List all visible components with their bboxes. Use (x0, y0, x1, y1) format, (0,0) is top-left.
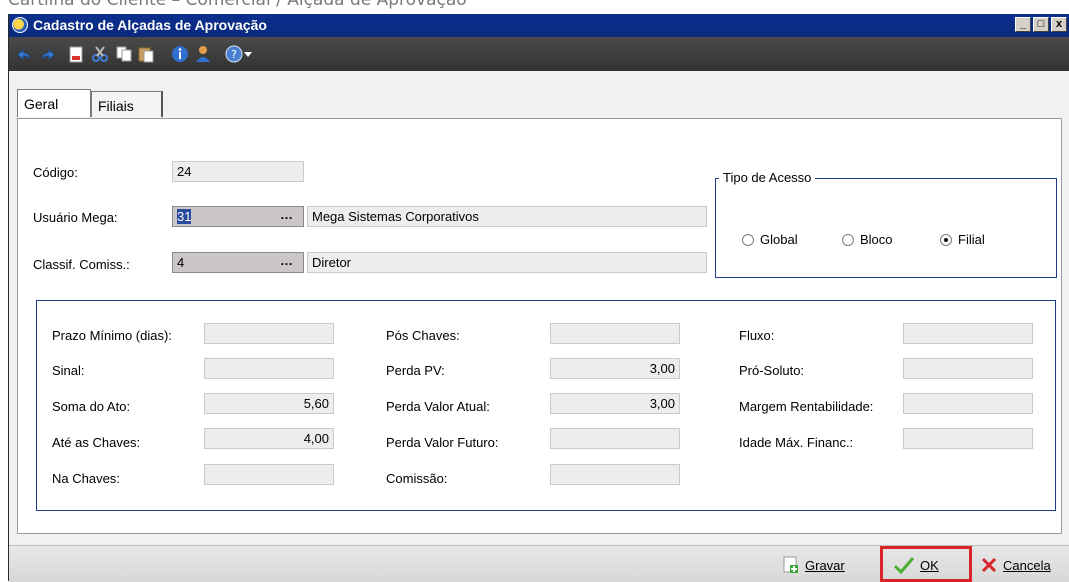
radio-filial[interactable]: Filial (940, 232, 985, 247)
parametros-group: Prazo Mínimo (dias): Sinal: Soma do Ato:… (36, 300, 1056, 511)
fluxo-label: Fluxo: (739, 328, 775, 343)
radio-filial-button[interactable] (940, 233, 952, 246)
gravar-button[interactable]: Gravar (782, 552, 845, 578)
comissao-field[interactable] (550, 464, 680, 485)
pro-soluto-label: Pró-Soluto: (739, 363, 805, 378)
undo-icon[interactable] (15, 45, 33, 63)
usuario-mega-label: Usuário Mega: (33, 210, 118, 225)
ate-as-chaves-field[interactable]: 4,00 (204, 428, 334, 449)
idade-max-financ-label: Idade Máx. Financ.: (739, 435, 854, 450)
radio-bloco[interactable]: Bloco (842, 232, 893, 247)
perda-valor-futuro-field[interactable] (550, 428, 680, 449)
radio-global-button[interactable] (742, 233, 754, 246)
paste-icon[interactable] (137, 45, 155, 63)
soma-do-ato-label: Soma do Ato: (52, 399, 131, 414)
tipo-acesso-legend: Tipo de Acesso (719, 170, 816, 185)
app-icon (12, 17, 28, 33)
ate-as-chaves-label: Até as Chaves: (52, 435, 141, 450)
cancel-x-icon (981, 557, 997, 573)
dropdown-arrow-icon[interactable] (243, 45, 253, 63)
fluxo-field[interactable] (903, 323, 1033, 344)
save-icon (783, 556, 798, 573)
radio-global-label: Global (760, 232, 798, 247)
usuario-mega-lookup-button[interactable]: … (280, 207, 294, 222)
close-button[interactable]: x (1051, 17, 1067, 32)
dialog-window: Cadastro de Alçadas de Aprovação _ □ x ?… (8, 14, 1069, 582)
minimize-button[interactable]: _ (1015, 17, 1031, 32)
title-bar: Cadastro de Alçadas de Aprovação _ □ x (9, 14, 1069, 37)
margem-rentabilidade-label: Margem Rentabilidade: (739, 399, 874, 414)
tab-filiais-label: Filiais (98, 98, 134, 114)
checkmark-icon (893, 557, 915, 574)
toolbar: ? (9, 37, 1069, 71)
perda-pv-field[interactable]: 3,00 (550, 358, 680, 379)
footer-bar: Gravar OK Cancela (9, 545, 1069, 582)
classif-comiss-description: Diretor (307, 252, 707, 273)
perda-valor-futuro-label: Perda Valor Futuro: (386, 435, 499, 450)
help-icon[interactable]: ? (225, 45, 243, 63)
cancelar-label: Cancela (1003, 557, 1051, 573)
perda-valor-atual-label: Perda Valor Atual: (386, 399, 490, 414)
codigo-label: Código: (33, 165, 78, 180)
info-icon[interactable] (171, 45, 189, 63)
comissao-label: Comissão: (386, 471, 448, 486)
na-chaves-field[interactable] (204, 464, 334, 485)
codigo-field[interactable]: 24 (172, 161, 304, 182)
sinal-field[interactable] (204, 358, 334, 379)
window-controls: _ □ x (1015, 17, 1067, 32)
tab-geral[interactable]: Geral (17, 89, 91, 117)
new-document-icon[interactable] (67, 45, 85, 63)
soma-do-ato-field[interactable]: 5,60 (204, 393, 334, 414)
ok-label: OK (920, 557, 939, 573)
tab-geral-label: Geral (24, 96, 59, 112)
redo-icon[interactable] (39, 45, 57, 63)
idade-max-financ-field[interactable] (903, 428, 1033, 449)
pro-soluto-field[interactable] (903, 358, 1033, 379)
radio-bloco-label: Bloco (860, 232, 893, 247)
document-caption: Cartilha do Cliente – Comercial / Alçada… (8, 0, 467, 10)
na-chaves-label: Na Chaves: (52, 471, 120, 486)
sinal-label: Sinal: (52, 363, 85, 378)
gravar-label: Gravar (805, 557, 845, 573)
pos-chaves-field[interactable] (550, 323, 680, 344)
copy-icon[interactable] (115, 45, 133, 63)
svg-text:?: ? (231, 48, 237, 61)
pos-chaves-label: Pós Chaves: (386, 328, 460, 343)
cancelar-button[interactable]: Cancela (980, 552, 1051, 578)
perda-pv-label: Perda PV: (386, 363, 445, 378)
tipo-acesso-group: Tipo de Acesso Global Bloco Filial (715, 170, 1057, 278)
radio-global[interactable]: Global (742, 232, 798, 247)
user-icon[interactable] (193, 45, 211, 63)
margem-rentabilidade-field[interactable] (903, 393, 1033, 414)
prazo-minimo-field[interactable] (204, 323, 334, 344)
ok-button[interactable]: OK (893, 552, 939, 578)
perda-valor-atual-field[interactable]: 3,00 (550, 393, 680, 414)
usuario-mega-code: 31 (177, 209, 192, 224)
classif-comiss-label: Classif. Comiss.: (33, 257, 130, 272)
cut-icon[interactable] (91, 45, 109, 63)
radio-bloco-button[interactable] (842, 233, 854, 246)
window-title: Cadastro de Alçadas de Aprovação (33, 17, 267, 33)
usuario-mega-description: Mega Sistemas Corporativos (307, 206, 707, 227)
maximize-button[interactable]: □ (1033, 17, 1049, 32)
tab-panel-geral: Código: 24 Usuário Mega: 31 … Mega Siste… (17, 118, 1062, 534)
classif-comiss-lookup-button[interactable]: … (280, 253, 294, 268)
radio-filial-label: Filial (958, 232, 985, 247)
prazo-minimo-label: Prazo Mínimo (dias): (52, 328, 172, 343)
tab-filiais[interactable]: Filiais (91, 91, 163, 117)
